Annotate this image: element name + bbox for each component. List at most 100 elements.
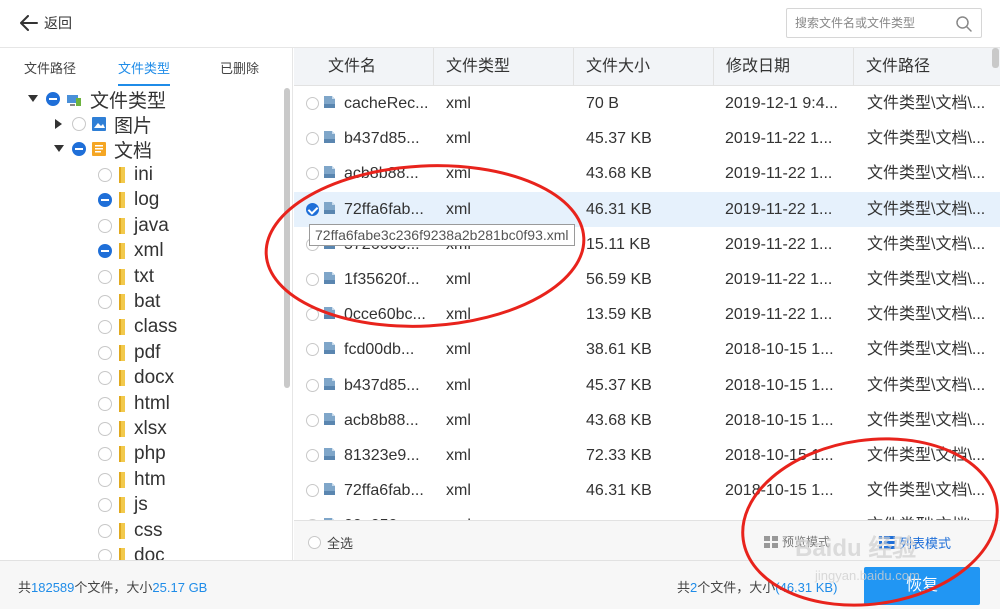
search-input[interactable] bbox=[795, 14, 945, 32]
column-header-type[interactable]: 文件类型 bbox=[434, 48, 574, 86]
row-checkbox[interactable] bbox=[306, 273, 319, 286]
back-button[interactable]: 返回 bbox=[18, 10, 72, 36]
tree-checkbox[interactable] bbox=[98, 269, 112, 284]
search-icon[interactable] bbox=[955, 15, 973, 33]
tree-checkbox[interactable] bbox=[98, 345, 112, 360]
tree-checkbox[interactable] bbox=[98, 320, 112, 335]
tree-node-images[interactable]: 图片 bbox=[52, 112, 152, 137]
tree-checkbox[interactable] bbox=[98, 218, 112, 233]
tree-checkbox[interactable] bbox=[46, 92, 60, 106]
list-mode-button[interactable]: 列表模式 bbox=[879, 533, 951, 552]
table-row[interactable]: 1f35620f... xml 56.59 KB 2019-11-22 1... 文件类… bbox=[294, 262, 1000, 297]
cell-size: 72.33 KB bbox=[586, 447, 652, 464]
cell-path: 文件类型\文档\... bbox=[867, 165, 986, 183]
row-checkbox[interactable] bbox=[306, 378, 319, 392]
row-checkbox[interactable] bbox=[306, 343, 319, 357]
tree-node-html[interactable]: html bbox=[98, 392, 170, 416]
table-row[interactable]: cacheRec... xml 70 B 2019-12-1 9:4... 文件类型\文… bbox=[294, 86, 1000, 121]
tree-node-doc[interactable]: doc bbox=[98, 544, 165, 560]
cell-size: 38.61 KB bbox=[586, 341, 652, 359]
search-box[interactable] bbox=[786, 8, 982, 38]
tree-checkbox[interactable] bbox=[98, 523, 112, 538]
column-header-size[interactable]: 文件大小 bbox=[574, 48, 714, 86]
tree-node-log[interactable]: log bbox=[98, 188, 159, 212]
caret-right-icon[interactable] bbox=[52, 117, 66, 131]
tree-node-xlsx[interactable]: xlsx bbox=[98, 417, 167, 441]
tree-checkbox[interactable] bbox=[98, 472, 112, 487]
cell-path: 文件类型\文档\... bbox=[867, 447, 986, 464]
table-row[interactable]: b437d85... xml 45.37 KB 2018-10-15 1... 文件类型… bbox=[294, 368, 1000, 403]
preview-mode-button[interactable]: 预览模式 bbox=[764, 533, 830, 550]
tree-node-css[interactable]: css bbox=[98, 519, 163, 543]
row-checkbox[interactable] bbox=[306, 484, 319, 498]
tree-node-class[interactable]: class bbox=[98, 315, 177, 339]
tab-deleted[interactable]: 已删除 bbox=[220, 58, 259, 77]
tree-checkbox[interactable] bbox=[98, 498, 112, 513]
recover-button[interactable]: 恢复 bbox=[864, 567, 980, 605]
tree-checkbox[interactable] bbox=[98, 295, 112, 309]
tree-checkbox[interactable] bbox=[98, 549, 112, 560]
tree-node-htm[interactable]: htm bbox=[98, 468, 166, 492]
tree-node-bat[interactable]: bat bbox=[98, 290, 160, 314]
table-row[interactable]: acb8b88... xml 43.68 KB 2019-11-22 1... 文件类型… bbox=[294, 156, 1000, 191]
cell-date: 2019-11-22 1... bbox=[725, 165, 833, 183]
tree-checkbox[interactable] bbox=[98, 168, 112, 182]
cell-date: 2018-10-15 1... bbox=[725, 447, 834, 464]
caret-down-icon[interactable] bbox=[52, 142, 66, 156]
column-header-path[interactable]: 文件路径 bbox=[854, 48, 1000, 86]
cell-path: 文件类型\文档\... bbox=[867, 508, 997, 520]
tree-checkbox[interactable] bbox=[98, 371, 112, 386]
row-checkbox[interactable] bbox=[306, 167, 319, 181]
column-header-date[interactable]: 修改日期 bbox=[714, 48, 854, 86]
row-checkbox[interactable] bbox=[306, 97, 319, 110]
tree-checkbox[interactable] bbox=[98, 244, 112, 259]
tree-node-xml[interactable]: xml bbox=[98, 239, 164, 263]
table-scrollbar[interactable] bbox=[992, 48, 999, 68]
cell-path: 文件类型\文档\... bbox=[867, 271, 986, 288]
total-files-summary: 共182589个文件，大小25.17 GB bbox=[18, 577, 207, 596]
tree-checkbox[interactable] bbox=[98, 422, 112, 436]
table-row[interactable]: acb8b88... xml 43.68 KB 2018-10-15 1... 文件类型… bbox=[294, 403, 1000, 438]
row-checkbox[interactable] bbox=[306, 413, 319, 427]
table-row[interactable]: b437d85... xml 45.37 KB 2019-11-22 1... 文件类型… bbox=[294, 121, 1000, 156]
tree-checkbox[interactable] bbox=[98, 193, 112, 208]
table-row[interactable]: 81323e9... xml 72.33 KB 2018-10-15 1... 文件类型… bbox=[294, 438, 1000, 473]
caret-down-icon[interactable] bbox=[26, 92, 40, 106]
tree-checkbox[interactable] bbox=[98, 396, 112, 411]
tree-label: class bbox=[134, 316, 178, 338]
cell-path: 文件类型\文档\... bbox=[867, 95, 986, 112]
tab-file-path[interactable]: 文件路径 bbox=[24, 58, 76, 77]
select-all-checkbox[interactable]: 全选 bbox=[308, 533, 353, 552]
table-row[interactable]: 00e050... xml 文件类型\文档\... bbox=[294, 508, 1000, 520]
tree-label: 文档 bbox=[114, 140, 153, 162]
table-toolbar: 全选 预览模式 列表模式 bbox=[294, 520, 1000, 560]
tree-checkbox[interactable] bbox=[98, 447, 112, 462]
tab-file-type[interactable]: 文件类型 bbox=[118, 58, 171, 86]
tree-node-java[interactable]: java bbox=[98, 214, 169, 238]
row-checkbox[interactable] bbox=[306, 449, 319, 462]
table-row[interactable]: 72ffa6fab... xml 46.31 KB 2018-10-15 1... 文件… bbox=[294, 473, 1000, 508]
cell-name: 0cce60bc... bbox=[344, 306, 426, 324]
tree-checkbox[interactable] bbox=[72, 117, 86, 131]
select-all-radio[interactable] bbox=[308, 536, 321, 549]
cell-type: xml bbox=[446, 508, 574, 520]
cell-name: cacheRec... bbox=[344, 95, 429, 112]
tree-node-php[interactable]: php bbox=[98, 442, 166, 466]
tree-node-root[interactable]: 文件类型 bbox=[26, 87, 166, 112]
tree-node-js[interactable]: js bbox=[98, 493, 148, 517]
table-row[interactable]: 0cce60bc... xml 13.59 KB 2019-11-22 1... 文件类… bbox=[294, 297, 1000, 332]
row-checkbox[interactable] bbox=[306, 202, 319, 216]
tree-checkbox[interactable] bbox=[72, 142, 86, 156]
tree-node-docs[interactable]: 文档 bbox=[52, 137, 153, 162]
column-header-name[interactable]: 文件名 bbox=[316, 48, 434, 86]
tree-node-pdf[interactable]: pdf bbox=[98, 341, 160, 365]
tree-scrollbar[interactable] bbox=[284, 88, 290, 388]
image-folder-icon bbox=[92, 116, 106, 132]
row-checkbox[interactable] bbox=[306, 132, 319, 146]
tree-node-docx[interactable]: docx bbox=[98, 366, 174, 390]
tree-node-ini[interactable]: ini bbox=[98, 163, 153, 187]
table-row[interactable]: 72ffa6fab... xml 46.31 KB 2019-11-22 1... 文件… bbox=[294, 191, 1000, 227]
table-row[interactable]: fcd00db... xml 38.61 KB 2018-10-15 1... 文件类型… bbox=[294, 332, 1000, 367]
tree-node-txt[interactable]: txt bbox=[98, 265, 154, 289]
row-checkbox[interactable] bbox=[306, 308, 319, 322]
